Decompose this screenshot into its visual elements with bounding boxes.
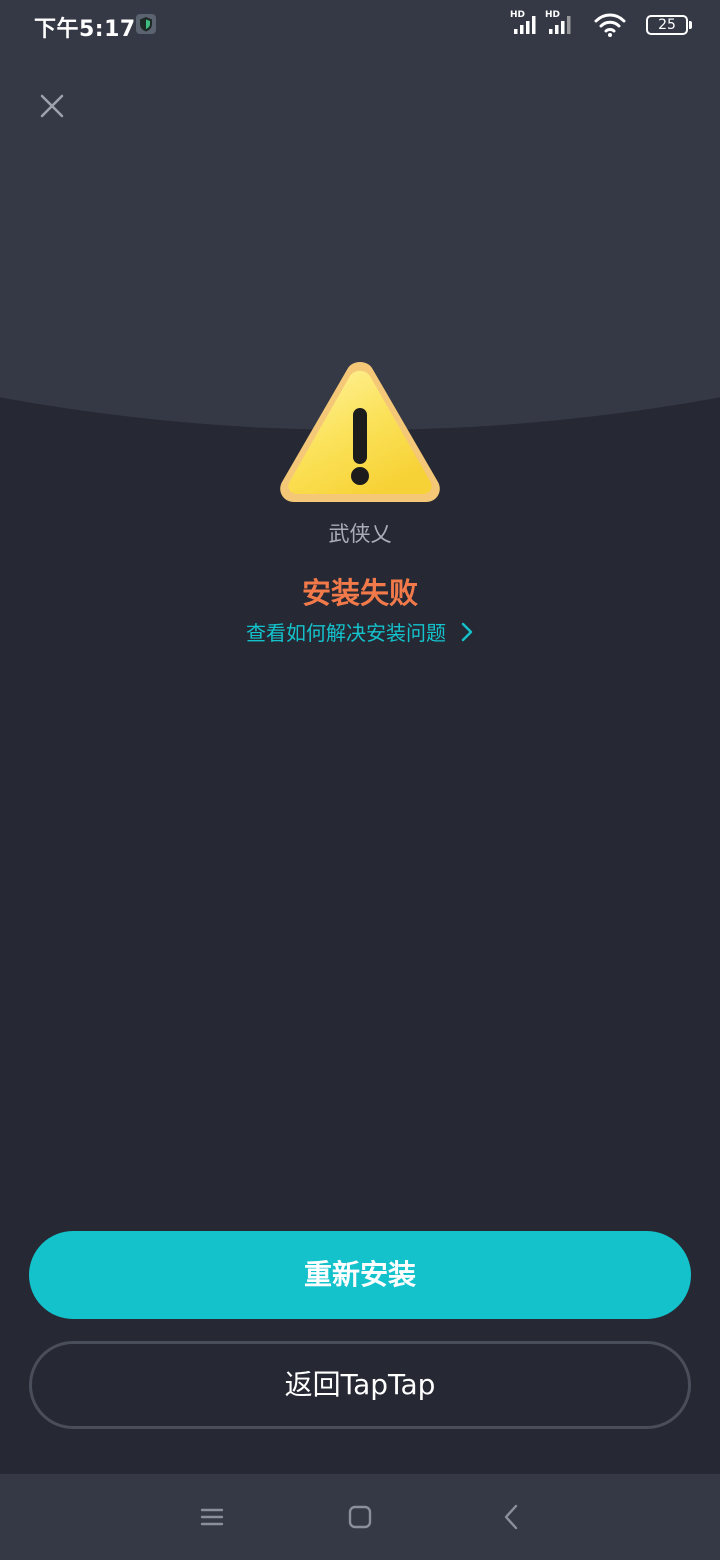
app-name: 武侠乂	[328, 522, 392, 546]
chevron-left-icon	[504, 1504, 518, 1530]
back-to-taptap-button[interactable]: 返回TapTap	[29, 1341, 691, 1429]
home-square-icon	[348, 1505, 372, 1529]
signal-bars-icon	[549, 16, 571, 34]
chevron-right-icon	[460, 621, 474, 648]
navigation-bar	[0, 1474, 720, 1560]
signal-bars-icon	[514, 16, 536, 34]
battery-level: 25	[646, 15, 688, 35]
battery-indicator: 25	[646, 15, 692, 35]
security-shield-icon	[135, 13, 157, 35]
battery-tip	[689, 21, 692, 29]
install-failed-screen: 下午5:17 HD HD 25 武侠乂 安装失败 查看如何解决安装问题 重新安装…	[0, 0, 720, 1560]
close-button[interactable]	[30, 84, 74, 128]
close-icon	[40, 94, 64, 118]
status-bar: 下午5:17 HD HD 25	[0, 0, 720, 50]
back-button[interactable]	[497, 1502, 527, 1532]
status-time: 下午5:17	[34, 17, 136, 42]
install-help-link[interactable]: 查看如何解决安装问题	[0, 617, 720, 648]
reinstall-button[interactable]: 重新安装	[29, 1231, 691, 1319]
menu-icon	[200, 1508, 224, 1526]
signal-sim2: HD	[545, 10, 575, 36]
install-help-link-label: 查看如何解决安装问题	[246, 621, 446, 645]
recent-apps-button[interactable]	[197, 1502, 227, 1532]
warning-triangle-icon	[276, 360, 444, 506]
wifi-icon	[594, 12, 626, 38]
signal-sim1: HD	[510, 10, 540, 36]
install-failed-title: 安装失败	[301, 576, 418, 610]
home-button[interactable]	[345, 1502, 375, 1532]
